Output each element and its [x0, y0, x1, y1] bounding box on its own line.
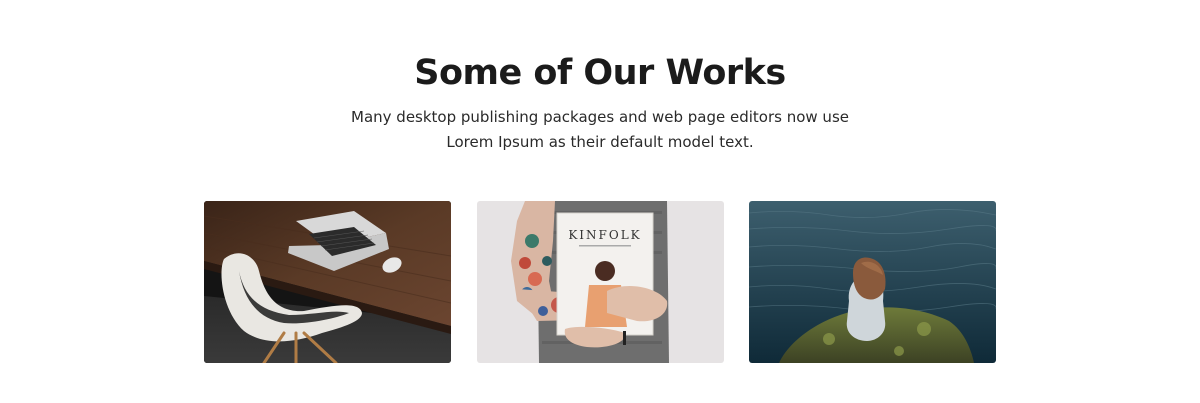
works-gallery: KINFOLK	[204, 201, 996, 363]
section-subtitle: Many desktop publishing packages and web…	[340, 105, 860, 155]
work-image-kinfolk-magazine[interactable]: KINFOLK	[477, 201, 724, 363]
laptop-desk-photo	[204, 201, 451, 363]
kinfolk-magazine-photo: KINFOLK	[477, 201, 724, 363]
subtitle-line-1: Many desktop publishing packages and web…	[351, 108, 849, 126]
section-title: Some of Our Works	[414, 53, 786, 93]
magazine-title: KINFOLK	[568, 228, 641, 242]
rock-water-photo	[749, 201, 996, 363]
work-image-laptop-desk[interactable]	[204, 201, 451, 363]
subtitle-line-2: Lorem Ipsum as their default model text.	[446, 133, 754, 151]
work-image-rock-water[interactable]	[749, 201, 996, 363]
works-section: Some of Our Works Many desktop publishin…	[0, 0, 1200, 403]
